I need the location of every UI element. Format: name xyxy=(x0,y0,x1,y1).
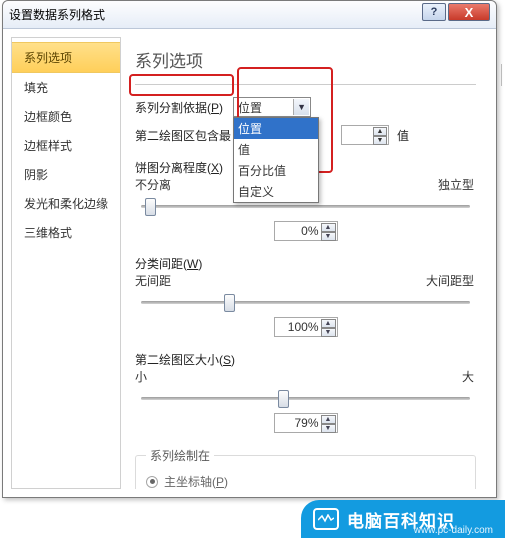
pie-explosion-right-label: 独立型 xyxy=(438,176,474,193)
radio-icon xyxy=(146,476,158,488)
chevron-down-icon[interactable]: ▼ xyxy=(293,99,309,115)
pie-explosion-value-field[interactable]: 0% ▲▼ xyxy=(274,221,338,241)
second-plot-size-block: 第二绘图区大小(S) 小 大 79% ▲▼ xyxy=(135,351,476,433)
chevron-down-icon[interactable]: ▼ xyxy=(321,424,336,433)
sidebar-item-fill[interactable]: 填充 xyxy=(12,73,120,102)
sidebar-item-series-options[interactable]: 系列选项 xyxy=(12,42,120,73)
split-by-dropdown: 位置 值 百分比值 自定义 xyxy=(233,117,319,203)
sidebar-item-border-style[interactable]: 边框样式 xyxy=(12,131,120,160)
dialog-title: 设置数据系列格式 xyxy=(9,6,490,23)
second-plot-contains-label: 第二绘图区包含最 xyxy=(135,127,231,144)
split-by-selected: 位置 xyxy=(238,99,262,116)
second-plot-contains-spinner[interactable]: ▲▼ xyxy=(341,125,389,145)
panel-heading: 系列选项 xyxy=(135,41,476,85)
second-plot-size-label: 第二绘图区大小(S) xyxy=(135,353,235,367)
gap-width-label: 分类间距(W) xyxy=(135,257,202,271)
sidebar-item-glow[interactable]: 发光和柔化边缘 xyxy=(12,189,120,218)
plot-on-group: 系列绘制在 主坐标轴(P) 次坐标轴(S) xyxy=(135,447,476,489)
second-plot-contains-unit: 值 xyxy=(397,127,409,144)
sidebar-item-shadow[interactable]: 阴影 xyxy=(12,160,120,189)
gap-width-right-label: 大间距型 xyxy=(426,272,474,289)
watermark-footer: 电脑百科知识 www.pc-daily.com xyxy=(0,498,505,538)
sidebar-item-border-color[interactable]: 边框颜色 xyxy=(12,102,120,131)
slider-thumb[interactable] xyxy=(278,390,289,408)
monitor-icon xyxy=(313,508,339,530)
sidebar-item-3d-format[interactable]: 三维格式 xyxy=(12,218,120,247)
gap-width-block: 分类间距(W) 无间距 大间距型 100% ▲▼ xyxy=(135,255,476,337)
gap-width-left-label: 无间距 xyxy=(135,272,171,289)
title-bar[interactable]: 设置数据系列格式 ? X xyxy=(3,1,496,29)
chevron-up-icon[interactable]: ▲ xyxy=(321,415,336,424)
chevron-down-icon[interactable]: ▼ xyxy=(373,136,387,145)
series-options-panel: 系列选项 系列分割依据(P) 位置 ▼ 位置 值 百分比值 自定义 xyxy=(121,37,488,489)
slider-thumb[interactable] xyxy=(145,198,156,216)
category-sidebar: 系列选项 填充 边框颜色 边框样式 阴影 发光和柔化边缘 三维格式 xyxy=(11,37,121,489)
chevron-up-icon[interactable]: ▲ xyxy=(321,319,336,328)
pie-explosion-label: 饼图分离程度(X) xyxy=(135,161,223,175)
close-button[interactable]: X xyxy=(448,3,490,21)
background-edge xyxy=(501,64,505,86)
slider-thumb[interactable] xyxy=(224,294,235,312)
help-button[interactable]: ? xyxy=(422,3,446,21)
chevron-up-icon[interactable]: ▲ xyxy=(373,127,387,136)
second-plot-size-value-field[interactable]: 79% ▲▼ xyxy=(274,413,338,433)
split-by-option-custom[interactable]: 自定义 xyxy=(234,181,318,202)
split-by-combo[interactable]: 位置 ▼ 位置 值 百分比值 自定义 xyxy=(233,97,311,117)
chevron-down-icon[interactable]: ▼ xyxy=(321,328,336,337)
plot-on-legend: 系列绘制在 xyxy=(146,447,214,464)
pie-explosion-left-label: 不分离 xyxy=(135,176,171,193)
split-by-option-percent[interactable]: 百分比值 xyxy=(234,160,318,181)
split-by-option-value[interactable]: 值 xyxy=(234,139,318,160)
chevron-up-icon[interactable]: ▲ xyxy=(321,223,336,232)
chevron-down-icon[interactable]: ▼ xyxy=(321,232,336,241)
split-by-option-position[interactable]: 位置 xyxy=(234,118,318,139)
second-plot-size-right-label: 大 xyxy=(462,368,474,385)
dialog-body: 系列选项 填充 边框颜色 边框样式 阴影 发光和柔化边缘 三维格式 系列选项 系… xyxy=(3,29,496,497)
second-plot-size-left-label: 小 xyxy=(135,368,147,385)
split-by-label: 系列分割依据(P) xyxy=(135,99,223,116)
gap-width-slider[interactable] xyxy=(135,291,476,313)
watermark-en: www.pc-daily.com xyxy=(414,525,493,536)
format-data-series-dialog: 设置数据系列格式 ? X 系列选项 填充 边框颜色 边框样式 阴影 发光和柔化边… xyxy=(2,0,497,498)
gap-width-value-field[interactable]: 100% ▲▼ xyxy=(274,317,338,337)
second-plot-size-slider[interactable] xyxy=(135,387,476,409)
plot-on-primary-radio[interactable]: 主坐标轴(P) xyxy=(146,470,465,489)
